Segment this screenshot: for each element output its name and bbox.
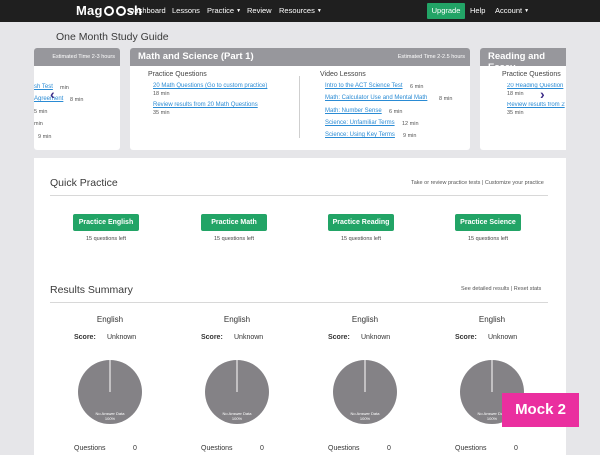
study-link[interactable]: Intro to the ACT Science Test bbox=[325, 83, 403, 89]
card-header: Estimated Time 2-3 hours bbox=[34, 48, 120, 66]
result-pie-chart: No Answer Data 100% bbox=[205, 360, 269, 424]
card-header: Reading and Essay bbox=[480, 48, 566, 73]
score-value: Unknown bbox=[488, 334, 518, 341]
result-subject: English bbox=[223, 315, 251, 324]
quick-practice-links[interactable]: Take or review practice tests | Customiz… bbox=[411, 180, 544, 186]
carousel-next-icon[interactable]: › bbox=[540, 86, 545, 102]
study-link[interactable]: Review results from 20 Math Questions bbox=[153, 102, 258, 108]
study-link[interactable]: Agreement bbox=[34, 96, 63, 102]
card-title: Math and Science (Part 1) bbox=[138, 51, 254, 62]
pie-percent: 100% bbox=[487, 416, 498, 421]
card-header: Math and Science (Part 1) Estimated Time… bbox=[130, 48, 470, 66]
nav-account[interactable]: Account ▼ bbox=[495, 6, 529, 15]
study-link[interactable]: Math: Calculator Use and Mental Math bbox=[325, 95, 427, 101]
divider bbox=[50, 302, 548, 303]
practice-english-button[interactable]: Practice English bbox=[73, 214, 139, 231]
card-estimated-time: Estimated Time 2-2.5 hours bbox=[397, 54, 465, 60]
nav-resources-label: Resources bbox=[279, 6, 315, 15]
study-link[interactable]: Review results from 2 bbox=[507, 102, 566, 108]
result-pie-chart: No Answer Data 100% bbox=[78, 360, 142, 424]
divider bbox=[50, 195, 548, 196]
questions-label: Questions bbox=[328, 445, 360, 452]
score-value: Unknown bbox=[361, 334, 391, 341]
study-link[interactable]: Science: Using Key Terms bbox=[325, 132, 395, 138]
score-label: Score: bbox=[201, 334, 223, 341]
questions-value: 0 bbox=[260, 445, 264, 452]
upgrade-button[interactable]: Upgrade bbox=[427, 3, 465, 19]
carousel-prev-icon[interactable]: ‹ bbox=[50, 86, 55, 102]
duration-label: 8 min bbox=[70, 97, 84, 103]
card-title: Reading and Essay bbox=[488, 51, 546, 73]
study-guide-title: One Month Study Guide bbox=[56, 31, 169, 43]
duration-label: 6 min bbox=[389, 109, 403, 115]
chevron-down-icon: ▼ bbox=[236, 8, 242, 14]
duration-label: 5 min bbox=[34, 109, 48, 115]
questions-left: 15 questions left bbox=[213, 236, 255, 242]
result-pie-chart: No Answer Data 100% bbox=[333, 360, 397, 424]
nav-review[interactable]: Review bbox=[247, 6, 272, 15]
duration-label: 12 min bbox=[402, 121, 419, 127]
duration-label: 9 min bbox=[38, 134, 52, 140]
pie-percent: 100% bbox=[105, 416, 116, 421]
questions-label: Questions bbox=[201, 445, 233, 452]
questions-value: 0 bbox=[387, 445, 391, 452]
study-link[interactable]: 20 Reading Question bbox=[507, 83, 566, 89]
questions-left: 15 questions left bbox=[85, 236, 127, 242]
questions-label: Questions bbox=[455, 445, 487, 452]
study-link[interactable]: Math: Number Sense bbox=[325, 108, 382, 114]
mock-badge: Mock 2 bbox=[502, 393, 579, 427]
duration-label: 18 min bbox=[153, 91, 170, 97]
questions-label: Questions bbox=[74, 445, 106, 452]
duration-label: 18 min bbox=[507, 91, 524, 97]
score-value: Unknown bbox=[234, 334, 264, 341]
practice-reading-button[interactable]: Practice Reading bbox=[328, 214, 394, 231]
pie-percent: 100% bbox=[360, 416, 371, 421]
questions-left: 15 questions left bbox=[467, 236, 509, 242]
logo-o-icon bbox=[103, 6, 114, 16]
practice-questions-heading: Practice Questions bbox=[148, 71, 207, 78]
nav-help[interactable]: Help bbox=[470, 6, 485, 15]
questions-value: 0 bbox=[133, 445, 137, 452]
study-link[interactable]: Science: Unfamiliar Terms bbox=[325, 120, 395, 126]
logo-o-icon bbox=[115, 6, 126, 16]
duration-label: 35 min bbox=[507, 110, 524, 116]
study-link[interactable]: 20 Math Questions (Go to custom practice… bbox=[153, 83, 267, 89]
questions-left: 15 questions left bbox=[340, 236, 382, 242]
nav-practice[interactable]: Practice ▼ bbox=[207, 6, 241, 15]
results-links[interactable]: See detailed results | Reset stats bbox=[461, 286, 541, 292]
quick-practice-title: Quick Practice bbox=[50, 177, 118, 189]
practice-questions-heading: Practice Questions bbox=[502, 71, 561, 78]
score-value: Unknown bbox=[107, 334, 137, 341]
practice-math-button[interactable]: Practice Math bbox=[201, 214, 267, 231]
result-subject: English bbox=[478, 315, 506, 324]
score-label: Score: bbox=[328, 334, 350, 341]
duration-label: 35 min bbox=[153, 110, 170, 116]
duration-label: min bbox=[60, 85, 69, 91]
study-card-reading-essay: Reading and Essay bbox=[480, 48, 566, 150]
questions-value: 0 bbox=[514, 445, 518, 452]
duration-label: 8 min bbox=[439, 96, 453, 102]
card-estimated-time: Estimated Time 2-3 hours bbox=[52, 54, 115, 60]
nav-resources[interactable]: Resources ▼ bbox=[279, 6, 322, 15]
duration-label: 6 min bbox=[410, 84, 424, 90]
score-label: Score: bbox=[455, 334, 477, 341]
video-lessons-heading: Video Lessons bbox=[320, 71, 366, 78]
chevron-down-icon: ▼ bbox=[316, 8, 322, 14]
results-summary-title: Results Summary bbox=[50, 284, 133, 296]
nav-practice-label: Practice bbox=[207, 6, 235, 15]
practice-science-button[interactable]: Practice Science bbox=[455, 214, 521, 231]
result-subject: English bbox=[351, 315, 379, 324]
nav-dashboard[interactable]: Dashboard bbox=[129, 6, 166, 15]
column-divider bbox=[299, 76, 300, 138]
nav-lessons[interactable]: Lessons bbox=[172, 6, 200, 15]
score-label: Score: bbox=[74, 334, 96, 341]
chevron-down-icon: ▼ bbox=[524, 8, 530, 14]
duration-label: 9 min bbox=[403, 133, 417, 139]
top-nav: Mag sh Dashboard Lessons Practice ▼ Review… bbox=[0, 0, 600, 22]
nav-account-label: Account bbox=[495, 6, 523, 15]
duration-label: min bbox=[34, 121, 43, 127]
result-subject: English bbox=[96, 315, 124, 324]
pie-percent: 100% bbox=[232, 416, 243, 421]
